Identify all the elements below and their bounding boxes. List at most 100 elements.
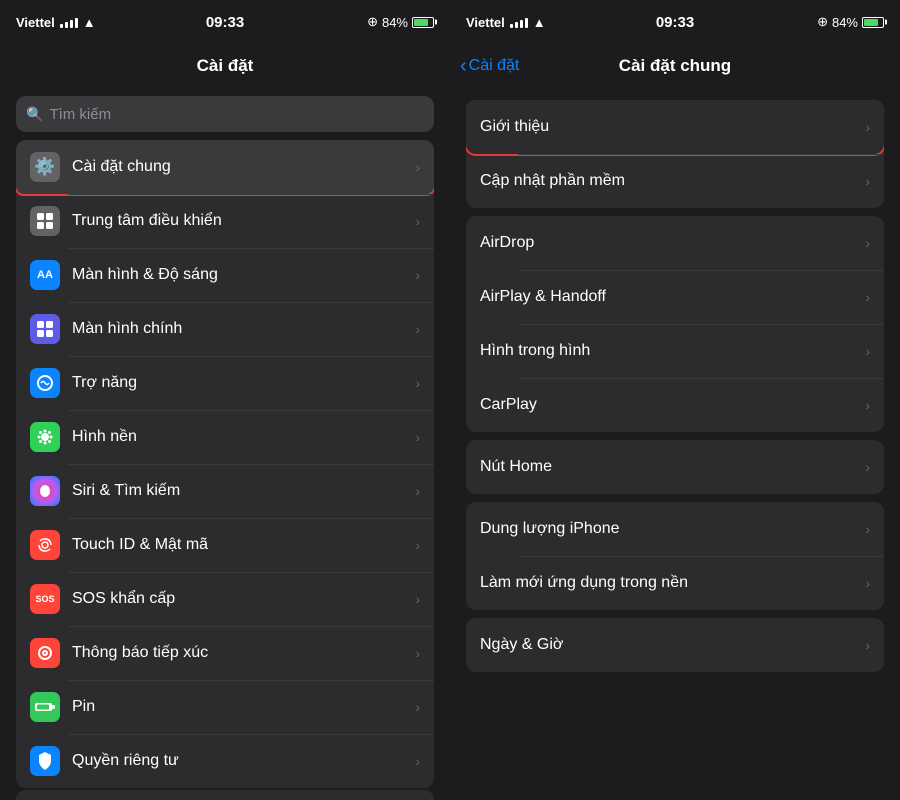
signal-bars-right xyxy=(510,16,528,28)
settings-item-nut-home[interactable]: Nút Home › xyxy=(466,440,884,494)
label-hinh-trong-hinh: Hình trong hình xyxy=(480,342,865,360)
label-ngay-gio: Ngày & Giờ xyxy=(480,636,865,654)
group-info-inner: Giới thiệu › Cập nhật phần mềm › xyxy=(466,100,884,208)
label-cap-nhat: Cập nhật phần mềm xyxy=(480,172,865,190)
chevron-carplay: › xyxy=(865,397,870,413)
back-label: Cài đặt xyxy=(469,57,520,75)
back-button[interactable]: ‹ Cài đặt xyxy=(460,56,519,76)
settings-item-ngay-gio[interactable]: Ngày & Giờ › xyxy=(466,618,884,672)
chevron-man-hinh-do-sang: › xyxy=(415,267,420,283)
settings-item-hinh-trong-hinh[interactable]: Hình trong hình › xyxy=(466,324,884,378)
settings-item-siri[interactable]: Siri & Tìm kiếm › xyxy=(16,464,434,518)
settings-item-tro-nang[interactable]: Trợ năng › xyxy=(16,356,434,410)
location-icon-right: ⊕ xyxy=(817,14,828,30)
chevron-quyen-rieng-tu: › xyxy=(415,753,420,769)
label-airplay-handoff: AirPlay & Handoff xyxy=(480,288,865,306)
chevron-tro-nang: › xyxy=(415,375,420,391)
icon-siri xyxy=(30,476,60,506)
chevron-pin: › xyxy=(415,699,420,715)
wifi-icon-right: ▲ xyxy=(533,15,546,30)
label-tro-nang: Trợ năng xyxy=(72,374,415,392)
label-man-hinh-chinh: Màn hình chính xyxy=(72,320,415,338)
back-arrow-icon: ‹ xyxy=(460,56,467,76)
label-touch-id: Touch ID & Mật mã xyxy=(72,536,415,554)
settings-item-hinh-nen[interactable]: Hình nền › xyxy=(16,410,434,464)
settings-item-sos[interactable]: SOS SOS khẩn cấp › xyxy=(16,572,434,626)
status-right-left: ⊕ 84% xyxy=(367,14,434,30)
label-thong-bao: Thông báo tiếp xúc xyxy=(72,644,415,662)
main-settings-group: ⚙️ Cài đặt chung › Trung tâm điều khiển xyxy=(0,140,450,788)
label-gioi-thieu: Giới thiệu xyxy=(480,118,865,136)
chevron-man-hinh-chinh: › xyxy=(415,321,420,337)
label-nut-home: Nút Home xyxy=(480,458,865,476)
label-trung-tam-dieu-khien: Trung tâm điều khiển xyxy=(72,212,415,230)
status-right-right: ⊕ 84% xyxy=(817,14,884,30)
settings-item-dung-luong[interactable]: Dung lượng iPhone › xyxy=(466,502,884,556)
page-title-left: Cài đặt xyxy=(197,56,254,76)
label-airdrop: AirDrop xyxy=(480,234,865,252)
label-hinh-nen: Hình nền xyxy=(72,428,415,446)
icon-sos: SOS xyxy=(30,584,60,614)
nav-header-right: ‹ Cài đặt Cài đặt chung xyxy=(450,44,900,88)
label-sos: SOS khẩn cấp xyxy=(72,590,415,608)
nav-header-left: Cài đặt xyxy=(0,44,450,88)
settings-item-man-hinh-chinh[interactable]: Màn hình chính › xyxy=(16,302,434,356)
search-placeholder: Tìm kiếm xyxy=(49,106,111,123)
wifi-icon-left: ▲ xyxy=(83,15,96,30)
settings-item-thong-bao[interactable]: Thông báo tiếp xúc › xyxy=(16,626,434,680)
icon-pin xyxy=(30,692,60,722)
group-datetime: Ngày & Giờ › xyxy=(466,618,884,672)
group-storage: Dung lượng iPhone › Làm mới ứng dụng tro… xyxy=(466,502,884,610)
carrier-right: Viettel xyxy=(466,15,505,30)
chevron-airdrop: › xyxy=(865,235,870,251)
label-quyen-rieng-tu: Quyền riêng tư xyxy=(72,752,415,770)
icon-quyen-rieng-tu xyxy=(30,746,60,776)
battery-percent-right: 84% xyxy=(832,15,858,30)
signal-bars-left xyxy=(60,16,78,28)
settings-item-gioi-thieu[interactable]: Giới thiệu › xyxy=(466,100,884,154)
settings-item-lam-moi[interactable]: Làm mới ứng dụng trong nền › xyxy=(466,556,884,610)
settings-item-app-store[interactable]: A App Store › xyxy=(16,790,434,800)
icon-cai-dat-chung: ⚙️ xyxy=(30,152,60,182)
settings-item-airplay-handoff[interactable]: AirPlay & Handoff › xyxy=(466,270,884,324)
main-settings-group-inner: ⚙️ Cài đặt chung › Trung tâm điều khiển xyxy=(16,140,434,788)
right-panel: Viettel ▲ 09:33 ⊕ 84% ‹ Cài đặt Cài đặt … xyxy=(450,0,900,800)
settings-item-touch-id[interactable]: Touch ID & Mật mã › xyxy=(16,518,434,572)
icon-trung-tam-dieu-khien xyxy=(30,206,60,236)
bottom-settings-group-inner: A App Store › xyxy=(16,790,434,800)
battery-percent-left: 84% xyxy=(382,15,408,30)
search-bar[interactable]: 🔍 Tìm kiếm xyxy=(16,96,434,132)
bottom-settings-group: A App Store › xyxy=(0,790,450,800)
status-bar-right: Viettel ▲ 09:33 ⊕ 84% xyxy=(450,0,900,44)
chevron-airplay-handoff: › xyxy=(865,289,870,305)
label-pin: Pin xyxy=(72,698,415,716)
group-air-inner: AirDrop › AirPlay & Handoff › Hình trong… xyxy=(466,216,884,432)
label-carplay: CarPlay xyxy=(480,396,865,414)
carrier-left: Viettel xyxy=(16,15,55,30)
label-dung-luong: Dung lượng iPhone xyxy=(480,520,865,538)
status-left: Viettel ▲ xyxy=(16,15,96,30)
group-datetime-inner: Ngày & Giờ › xyxy=(466,618,884,672)
chevron-sos: › xyxy=(415,591,420,607)
settings-item-cap-nhat[interactable]: Cập nhật phần mềm › xyxy=(466,154,884,208)
chevron-hinh-nen: › xyxy=(415,429,420,445)
battery-icon-right xyxy=(862,17,884,28)
left-panel: Viettel ▲ 09:33 ⊕ 84% Cài đặt 🔍 Tìm kiếm xyxy=(0,0,450,800)
status-left-right: Viettel ▲ xyxy=(466,15,546,30)
status-bar-left: Viettel ▲ 09:33 ⊕ 84% xyxy=(0,0,450,44)
icon-hinh-nen xyxy=(30,422,60,452)
group-home-inner: Nút Home › xyxy=(466,440,884,494)
settings-item-pin[interactable]: Pin › xyxy=(16,680,434,734)
settings-item-man-hinh-do-sang[interactable]: AA Màn hình & Độ sáng › xyxy=(16,248,434,302)
settings-item-carplay[interactable]: CarPlay › xyxy=(466,378,884,432)
group-home: Nút Home › xyxy=(466,440,884,494)
search-icon: 🔍 xyxy=(26,106,43,123)
location-icon-left: ⊕ xyxy=(367,14,378,30)
chevron-hinh-trong-hinh: › xyxy=(865,343,870,359)
settings-item-cai-dat-chung[interactable]: ⚙️ Cài đặt chung › xyxy=(16,140,434,194)
group-air: AirDrop › AirPlay & Handoff › Hình trong… xyxy=(466,216,884,432)
settings-item-airdrop[interactable]: AirDrop › xyxy=(466,216,884,270)
label-lam-moi: Làm mới ứng dụng trong nền xyxy=(480,574,865,592)
settings-item-quyen-rieng-tu[interactable]: Quyền riêng tư › xyxy=(16,734,434,788)
settings-item-trung-tam-dieu-khien[interactable]: Trung tâm điều khiển › xyxy=(16,194,434,248)
